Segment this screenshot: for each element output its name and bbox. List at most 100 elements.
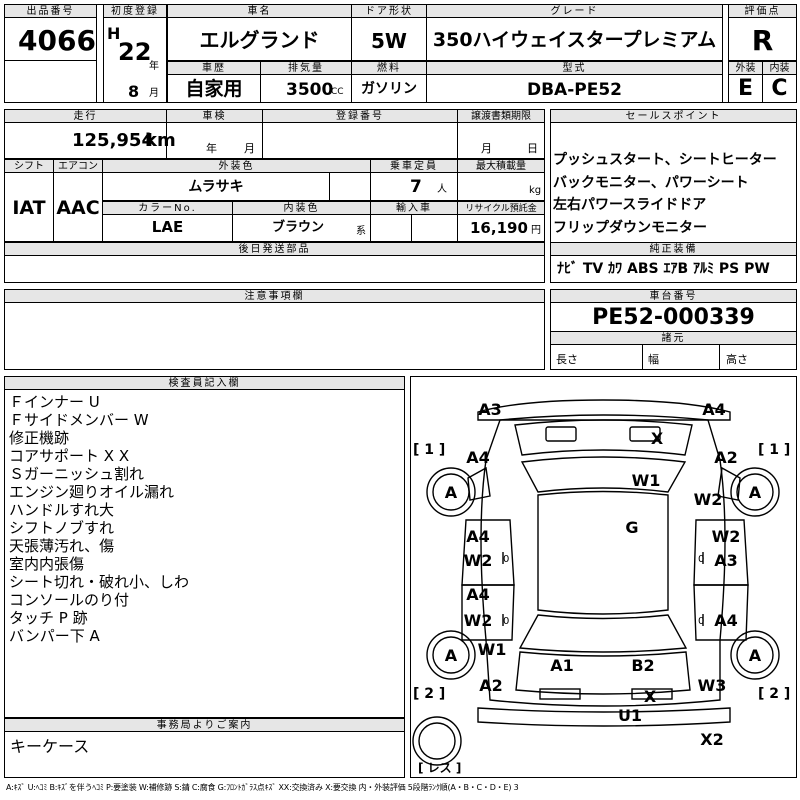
note-line: バンパー下 A (9, 627, 100, 645)
plate-label: 登録番号 (262, 109, 458, 123)
inspection-label: 車検 (166, 109, 263, 123)
roof (537, 490, 669, 615)
note-line: Ｆサイドメンバー W (9, 411, 149, 429)
tire-tag-right-front: [ 1 ] (758, 442, 790, 458)
spare-tire-inner (418, 722, 456, 760)
plate-cell (262, 122, 458, 159)
note-line: 修正機跡 (9, 429, 70, 447)
tire-tag-left-front: [ 1 ] (413, 442, 445, 458)
front-bumper (477, 399, 731, 421)
left-mirror (467, 466, 491, 501)
car-name-label: 車名 (167, 4, 352, 18)
damage-mark: A3 (714, 551, 738, 570)
lot-no-label: 出品番号 (4, 4, 97, 18)
color-cell-extra (329, 172, 371, 201)
color-no: LAE (151, 218, 184, 236)
displacement: 3500 (286, 80, 334, 100)
equip-item: PS (718, 261, 740, 277)
note-line: 天張薄汚れ、傷 (9, 537, 115, 555)
int-color-suffix: 系 (356, 226, 366, 237)
spare-tire (412, 716, 462, 766)
note-line: Ｓガーニッシュ割れ (9, 465, 145, 483)
sales-line: プッシュスタート、シートヒーター (553, 152, 777, 168)
damage-mark: X (644, 687, 657, 706)
car-diagram: A3 A4 X A4 A2 W1 A A W2 G A4 W2 W2 A3 A4… (412, 399, 790, 775)
note-line: 室内内張傷 (9, 555, 85, 573)
exterior-label: 外装 (728, 61, 763, 75)
fuel: ガソリン (361, 81, 417, 97)
height-label: 高さ (726, 353, 748, 366)
sales-line: 左右パワースライドドア (553, 197, 707, 213)
mileage-label: 走行 (4, 109, 167, 123)
first-reg-year: 22 (118, 38, 152, 66)
sales-line: バックモニター、パワーシート (553, 174, 749, 191)
note-line: コアサポート X X (9, 447, 130, 465)
sales-line: フリップダウンモニター (553, 219, 707, 236)
door-label: ドア形状 (351, 4, 427, 18)
first-reg-label: 初度登録 (103, 4, 167, 18)
windshield (520, 456, 687, 493)
damage-mark: A (445, 483, 458, 502)
model-label: 型式 (426, 61, 723, 75)
damage-mark: W2 (712, 527, 741, 546)
inspector-notes: Ｆインナー U Ｆサイドメンバー W 修正機跡 コアサポート X X Ｓガーニッ… (9, 393, 399, 645)
width-label: 幅 (648, 353, 659, 366)
zero-mark: 0 (698, 554, 704, 565)
model: DBA-PE52 (526, 80, 622, 100)
equip-item: ﾅﾋﾞ (557, 261, 578, 277)
mileage: 125,954 (72, 130, 154, 151)
grade-label: グレード (426, 4, 723, 18)
recycle-unit: 円 (531, 225, 541, 236)
capacity-unit: 人 (437, 184, 447, 195)
zero-mark: 0 (503, 616, 509, 627)
equip-item: PW (744, 261, 770, 277)
caution-label: 注意事項欄 (4, 289, 545, 303)
sales-label: セールスポイント (550, 109, 797, 123)
rear-bumper (477, 707, 731, 727)
spare-tag: [ レス ] (418, 761, 461, 775)
transfer-month-unit: 月 (481, 142, 492, 155)
note-line: シート切れ・破れ小、しわ (9, 573, 190, 591)
damage-mark: W2 (464, 551, 493, 570)
tire-tag-right-rear: [ 2 ] (758, 686, 790, 702)
transfer-day-unit: 日 (527, 142, 538, 155)
chassis-label: 車台番号 (550, 289, 797, 303)
note-line: コンソールのり付 (9, 591, 130, 609)
shift: IAT (12, 197, 46, 219)
loadcap-unit: kg (529, 185, 542, 196)
zero-mark: 0 (503, 554, 509, 565)
fuel-label: 燃料 (351, 61, 427, 75)
note-line: シフトノブすれ (9, 519, 115, 537)
damage-mark: W2 (694, 490, 723, 509)
damage-mark: A2 (479, 676, 503, 695)
lot-no: 4066 (18, 24, 96, 57)
damage-mark: A (749, 646, 762, 665)
note-line: Ｆインナー U (9, 393, 100, 411)
damage-mark: A2 (714, 448, 738, 467)
dims-label: 諸元 (550, 331, 797, 345)
shift-label: シフト (4, 159, 54, 173)
color-no-label: カラーNo. (102, 201, 233, 215)
rear-window (518, 614, 688, 653)
length-label: 長さ (556, 353, 578, 366)
color: ムラサキ (188, 179, 244, 195)
legend: A:ｷｽﾞ U:ﾍｺﾐ B:ｷｽﾞを伴うﾍｺﾐ P:要塗装 W:補修跡 S:錆 … (6, 783, 519, 792)
inspection-year-unit: 年 (206, 142, 217, 155)
import-cell (370, 214, 412, 242)
equip-item: ｶﾜ (608, 261, 623, 277)
damage-mark: W2 (464, 611, 493, 630)
import-cell-2 (411, 214, 458, 242)
inspection-month-unit: 月 (244, 142, 255, 155)
score: R (751, 24, 774, 57)
damage-mark: W1 (632, 471, 661, 490)
later-parts-label: 後日発送部品 (4, 242, 545, 256)
damage-mark: W3 (698, 676, 727, 695)
damage-mark: A4 (466, 448, 490, 467)
damage-mark: A3 (478, 400, 502, 419)
ac-label: エアコン (53, 159, 103, 173)
equip-item: TV (582, 261, 604, 277)
damage-mark: U1 (618, 706, 642, 725)
damage-mark: W1 (478, 640, 507, 659)
equipment-label: 純正装備 (550, 242, 797, 256)
damage-mark: A (749, 483, 762, 502)
